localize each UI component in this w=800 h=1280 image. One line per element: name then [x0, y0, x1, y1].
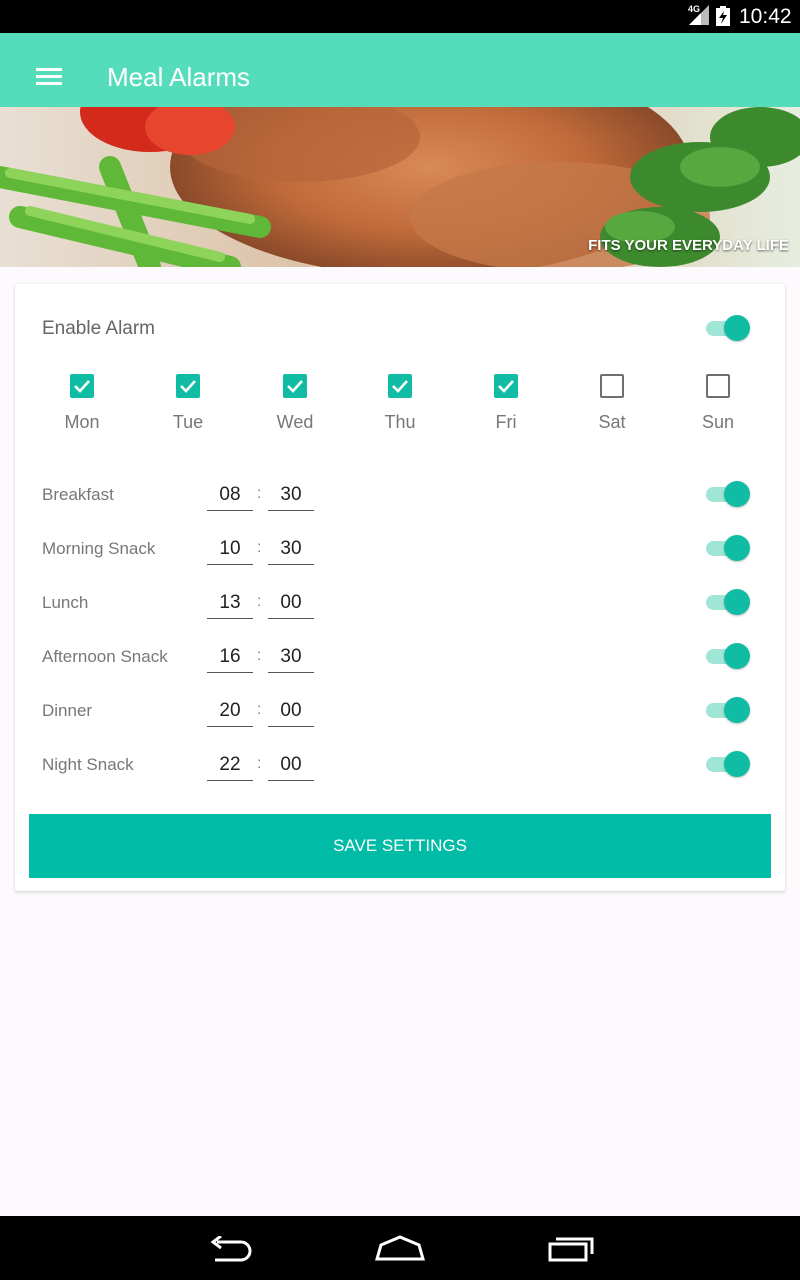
meal-alarm-toggle[interactable]: [704, 533, 752, 563]
battery-charging-icon: [716, 6, 730, 26]
enable-alarm-toggle[interactable]: [704, 313, 752, 343]
checkbox-checked-icon: [388, 374, 412, 398]
meal-row: Dinner 20:00: [15, 691, 785, 745]
day-checkbox-wed[interactable]: Wed: [255, 372, 335, 442]
meal-row: Night Snack 22:00: [15, 745, 785, 799]
meal-name: Dinner: [42, 701, 93, 720]
day-checkbox-tue[interactable]: Tue: [148, 372, 228, 442]
meal-alarm-toggle[interactable]: [704, 749, 752, 779]
page-title: Meal Alarms: [107, 62, 251, 92]
meal-row: Breakfast 08:30: [15, 475, 785, 529]
time-separator: :: [257, 485, 262, 502]
meal-alarm-toggle[interactable]: [704, 641, 752, 671]
banner-tagline: FITS YOUR EVERYDAY LIFE: [588, 237, 789, 254]
recents-icon[interactable]: [547, 1234, 597, 1262]
day-label: Sun: [701, 412, 735, 432]
minute-input[interactable]: 30: [268, 534, 314, 565]
day-checkbox-thu[interactable]: Thu: [360, 372, 440, 442]
meal-row: Lunch 13:00: [15, 583, 785, 637]
hour-input[interactable]: 20: [207, 696, 253, 727]
meal-alarm-toggle[interactable]: [704, 479, 752, 509]
day-label: Mon: [64, 412, 100, 432]
checkbox-checked-icon: [176, 374, 200, 398]
meal-name: Lunch: [42, 593, 89, 612]
minute-input[interactable]: 30: [268, 480, 314, 511]
day-label: Wed: [276, 412, 314, 432]
meal-name: Afternoon Snack: [42, 647, 168, 666]
status-bar: 4G 10:42: [0, 0, 800, 33]
meal-name: Morning Snack: [42, 539, 156, 558]
system-nav-bar: [0, 1216, 800, 1280]
time-separator: :: [257, 647, 262, 664]
day-checkbox-sun[interactable]: Sun: [678, 372, 758, 442]
meal-row: Afternoon Snack 16:30: [15, 637, 785, 691]
day-label: Tue: [172, 412, 204, 432]
meal-row: Morning Snack 10:30: [15, 529, 785, 583]
day-label: Thu: [384, 412, 416, 432]
home-icon[interactable]: [374, 1235, 426, 1261]
checkbox-checked-icon: [494, 374, 518, 398]
day-label: Fri: [495, 412, 517, 432]
status-time: 10:42: [739, 5, 792, 28]
checkbox-checked-icon: [70, 374, 94, 398]
meal-name: Breakfast: [42, 485, 114, 504]
meal-alarm-toggle[interactable]: [704, 587, 752, 617]
day-checkbox-fri[interactable]: Fri: [466, 372, 546, 442]
checkbox-checked-icon: [283, 374, 307, 398]
day-checkbox-mon[interactable]: Mon: [42, 372, 122, 442]
back-icon[interactable]: [205, 1236, 255, 1262]
save-settings-button[interactable]: SAVE SETTINGS: [29, 814, 771, 878]
alarm-settings-card: Enable Alarm Mon Tue Wed Thu Fri Sat Sun Break…: [15, 284, 785, 891]
minute-input[interactable]: 30: [268, 642, 314, 673]
hour-input[interactable]: 08: [207, 480, 253, 511]
app-bar: Meal Alarms: [0, 33, 800, 107]
enable-alarm-label: Enable Alarm: [42, 318, 156, 339]
minute-input[interactable]: 00: [268, 750, 314, 781]
time-separator: :: [257, 755, 262, 772]
hour-input[interactable]: 22: [207, 750, 253, 781]
time-separator: :: [257, 701, 262, 718]
hour-input[interactable]: 10: [207, 534, 253, 565]
checkbox-unchecked-icon: [706, 374, 730, 398]
minute-input[interactable]: 00: [268, 696, 314, 727]
day-checkbox-sat[interactable]: Sat: [572, 372, 652, 442]
checkbox-unchecked-icon: [600, 374, 624, 398]
time-separator: :: [257, 593, 262, 610]
meal-name: Night Snack: [42, 755, 134, 774]
hamburger-menu-icon[interactable]: [36, 68, 62, 86]
food-banner-image: FITS YOUR EVERYDAY LIFE: [0, 107, 800, 267]
day-label: Sat: [598, 412, 626, 432]
hour-input[interactable]: 16: [207, 642, 253, 673]
minute-input[interactable]: 00: [268, 588, 314, 619]
time-separator: :: [257, 539, 262, 556]
meal-alarm-toggle[interactable]: [704, 695, 752, 725]
signal-icon: [689, 5, 709, 25]
hour-input[interactable]: 13: [207, 588, 253, 619]
